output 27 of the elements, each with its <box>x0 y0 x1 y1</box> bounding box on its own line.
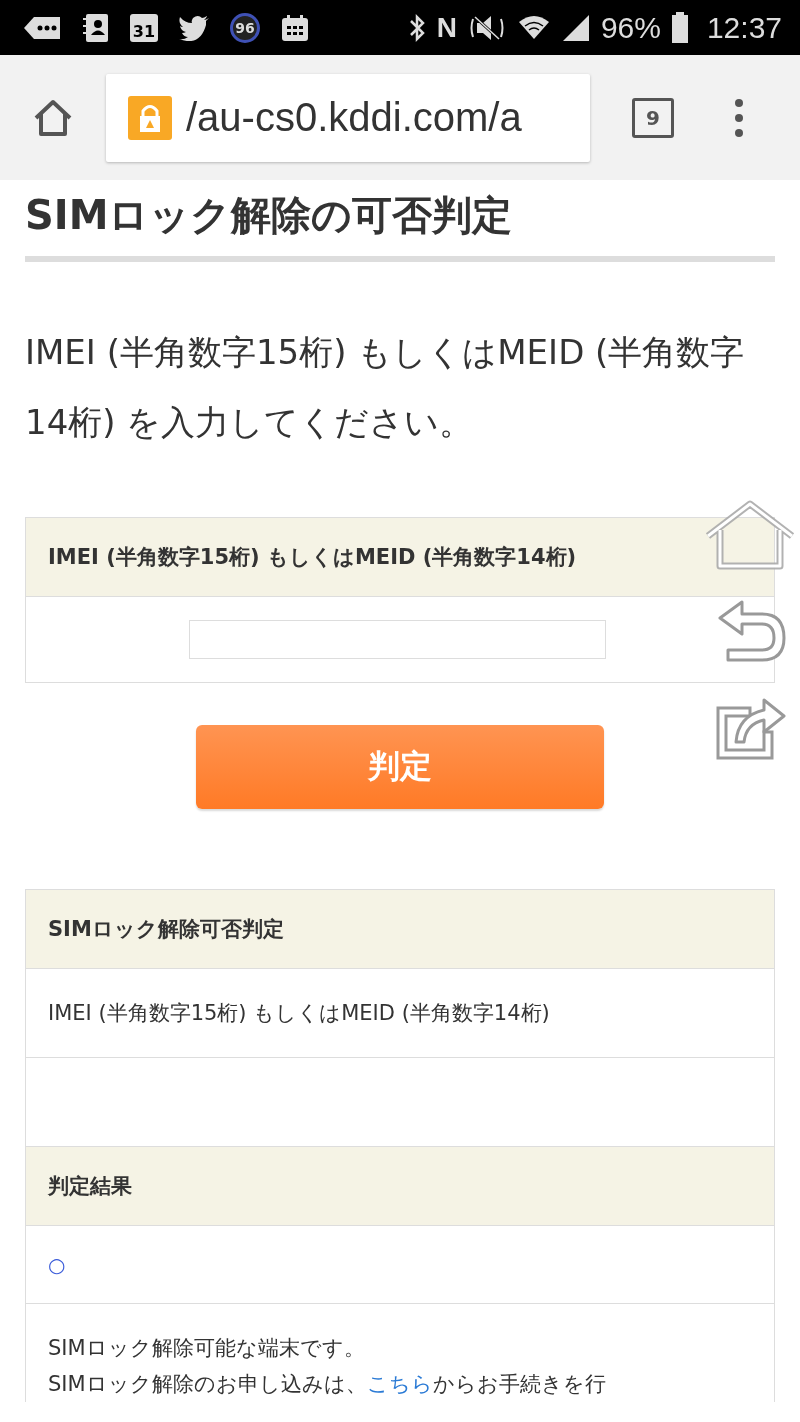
calendar-day-icon: 31 <box>130 13 158 42</box>
result-mark: ○ <box>48 1252 66 1277</box>
tab-count-button[interactable]: 9 <box>632 97 674 138</box>
message-icon <box>22 14 62 41</box>
table-header: SIMロック解除可否判定 <box>26 890 774 969</box>
lock-icon <box>128 95 172 140</box>
bird-icon <box>178 14 210 41</box>
battery-icon <box>670 11 689 44</box>
link[interactable]: こちら <box>366 1372 433 1396</box>
clock-time: 12:37 <box>706 10 782 45</box>
more-menu-icon[interactable] <box>734 97 744 138</box>
imei-input-field[interactable] <box>188 620 606 659</box>
form-label: IMEI (半角数字15桁) もしくはMEID (半角数字14桁) <box>26 518 774 597</box>
result-message: SIMロック解除のお申し込みは、こちらからお手続きを行 <box>48 1371 607 1398</box>
home-icon[interactable] <box>32 97 74 138</box>
contacts-icon <box>82 12 110 43</box>
address-bar[interactable]: /au-cs0.kddi.com/a <box>106 73 590 162</box>
nfc-icon: N <box>436 11 457 44</box>
table-cell-text: IMEI (半角数字15桁) もしくはMEID (半角数字14桁) <box>48 1000 550 1027</box>
table-header: 判定結果 <box>26 1147 774 1226</box>
intro-text: IMEI (半角数字15桁) もしくはMEID (半角数字14桁) を入力してください。 <box>25 331 746 444</box>
calendar-icon <box>280 13 310 42</box>
battery-percent: 96% <box>600 10 661 45</box>
notification-badge: 96 <box>230 12 260 43</box>
page-title: SIMロック解除の可否判定 <box>25 188 775 262</box>
result-message: SIMロック解除可能な端末です。 <box>48 1335 366 1362</box>
url-text: /au-cs0.kddi.com/a <box>186 95 522 140</box>
